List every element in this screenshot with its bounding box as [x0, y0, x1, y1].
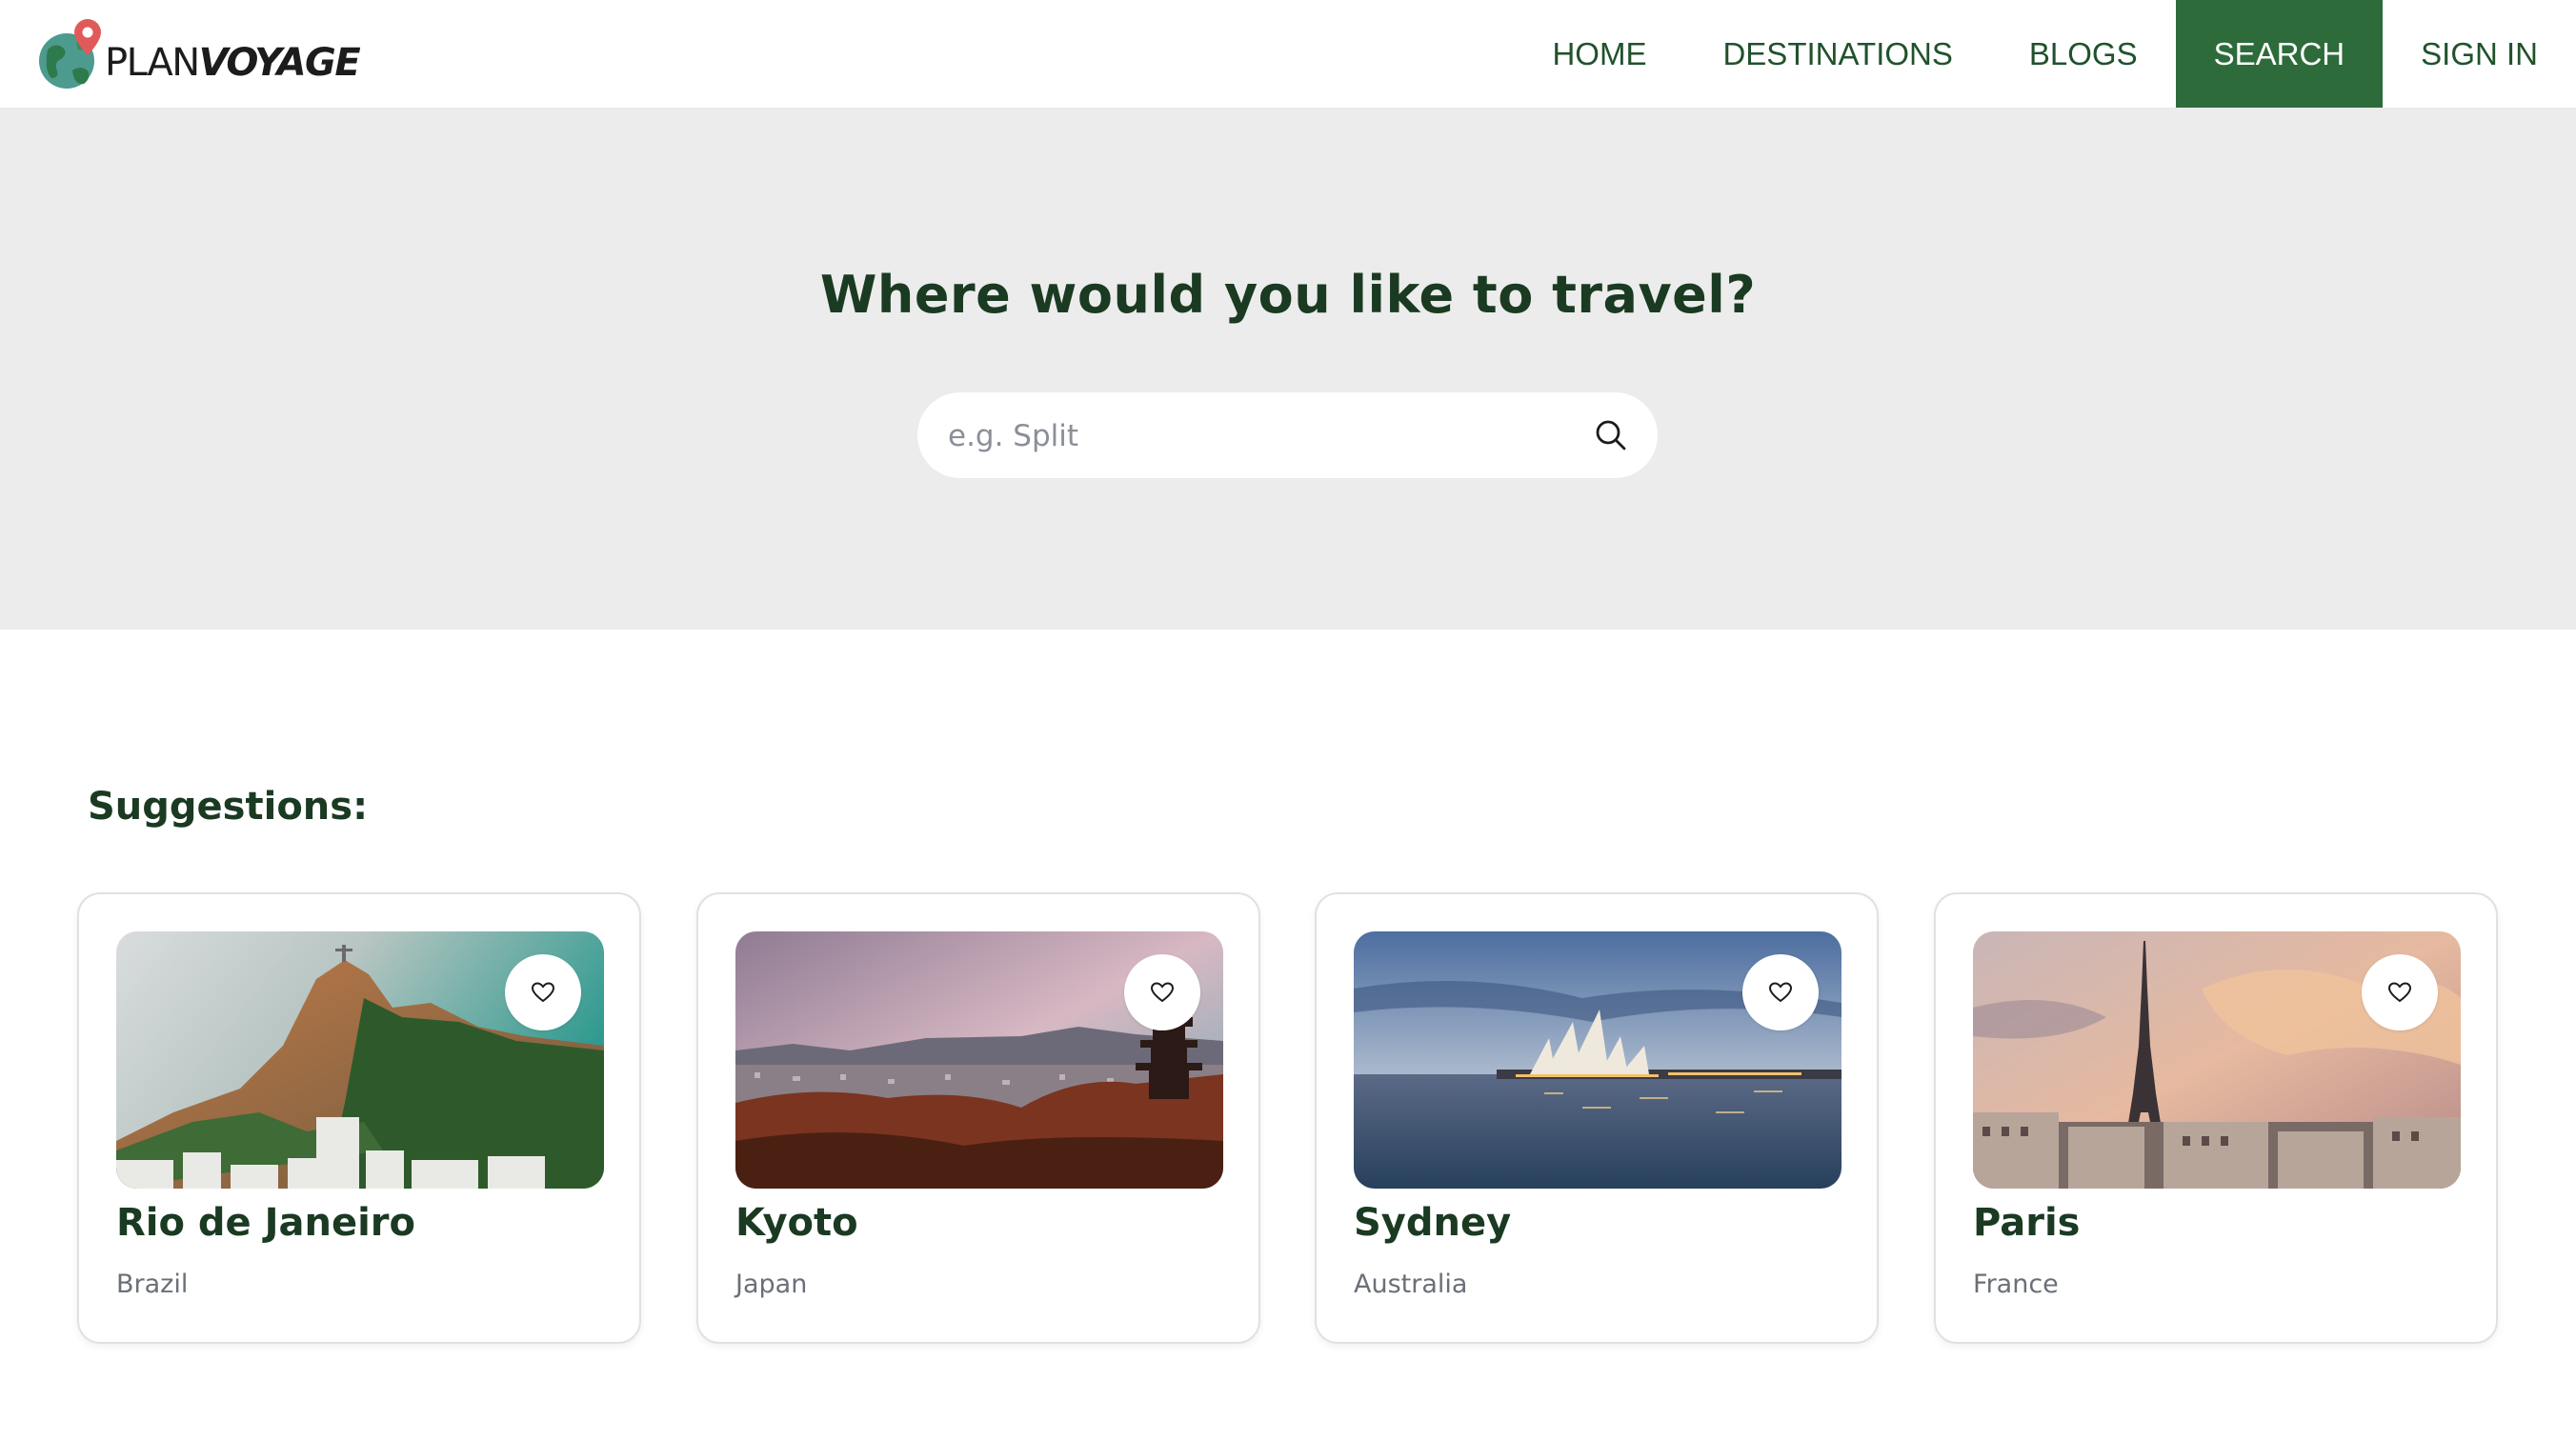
destination-card-sydney[interactable]: Sydney Australia [1315, 892, 1879, 1344]
hero-title: Where would you like to travel? [819, 265, 1757, 325]
nav-blogs[interactable]: BLOGS [1991, 0, 2176, 108]
search-hero: Where would you like to travel? [0, 109, 2576, 630]
favorite-button[interactable] [1124, 954, 1200, 1030]
search-bar [917, 392, 1658, 480]
search-button[interactable] [1589, 413, 1633, 457]
destination-image [116, 931, 604, 1189]
favorite-button[interactable] [1742, 954, 1819, 1030]
nav-search[interactable]: SEARCH [2175, 0, 2384, 108]
destination-card-paris[interactable]: Paris France [1934, 892, 2498, 1344]
nav-destinations[interactable]: DESTINATIONS [1684, 0, 1990, 108]
destination-country: Australia [1354, 1270, 1468, 1299]
main-nav: HOME DESTINATIONS BLOGS SEARCH SIGN IN [1514, 0, 2576, 108]
destination-country: Japan [735, 1270, 808, 1299]
logo[interactable]: PLANVOYAGE [34, 15, 361, 95]
suggestions-heading: Suggestions: [88, 785, 369, 829]
search-input[interactable] [946, 392, 1540, 480]
nav-sign-in[interactable]: SIGN IN [2383, 0, 2576, 108]
favorite-button[interactable] [2362, 954, 2438, 1030]
destination-image [1354, 931, 1841, 1189]
destination-country: France [1973, 1270, 2059, 1299]
top-navbar: PLANVOYAGE HOME DESTINATIONS BLOGS SEARC… [0, 0, 2576, 109]
brand-name-part1: PLAN [105, 41, 200, 85]
destination-name: Sydney [1354, 1201, 1512, 1245]
favorite-button[interactable] [505, 954, 581, 1030]
search-icon [1596, 420, 1626, 450]
destination-name: Paris [1973, 1201, 2081, 1245]
destination-name: Rio de Janeiro [116, 1201, 416, 1245]
heart-icon [1768, 982, 1793, 1003]
heart-icon [531, 982, 555, 1003]
destination-image [735, 931, 1223, 1189]
destination-country: Brazil [116, 1270, 189, 1299]
destination-card-kyoto[interactable]: Kyoto Japan [696, 892, 1260, 1344]
brand-name-part2: VOYAGE [198, 41, 361, 85]
heart-icon [1150, 982, 1175, 1003]
destination-image [1973, 931, 2461, 1189]
brand-name: PLANVOYAGE [105, 41, 361, 85]
destination-name: Kyoto [735, 1201, 858, 1245]
heart-icon [2387, 982, 2412, 1003]
globe-pin-icon [39, 19, 101, 89]
destination-card-rio[interactable]: Rio de Janeiro Brazil [77, 892, 641, 1344]
nav-home[interactable]: HOME [1514, 0, 1684, 108]
